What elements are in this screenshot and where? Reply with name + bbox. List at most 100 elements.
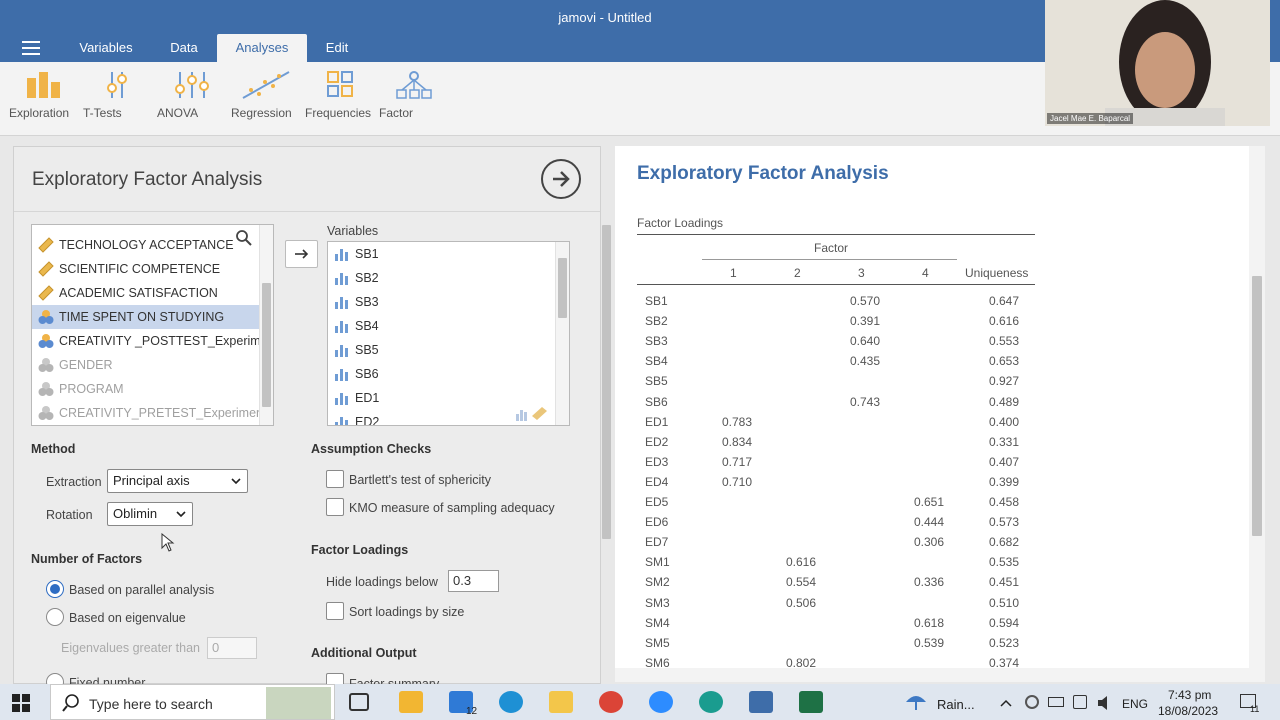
clock-date[interactable]: 18/08/2023 bbox=[1158, 704, 1218, 718]
source-variable-item[interactable]: SCIENTIFIC COMPETENCE bbox=[32, 257, 260, 281]
kmo-checkbox[interactable] bbox=[326, 498, 344, 516]
move-variable-button[interactable] bbox=[285, 240, 318, 268]
chrome-icon[interactable] bbox=[599, 691, 623, 713]
bartlett-checkbox[interactable] bbox=[326, 470, 344, 488]
source-variable-item[interactable]: ACADEMIC SATISFACTION bbox=[32, 281, 260, 305]
weather-umbrella-icon bbox=[906, 696, 926, 710]
loading-cell: 0.435 bbox=[850, 354, 881, 369]
target-variable-name: SB6 bbox=[355, 367, 379, 381]
task-view-icon[interactable] bbox=[349, 693, 369, 711]
target-variable-item[interactable]: SB5 bbox=[328, 338, 556, 362]
row-variable-name: SM2 bbox=[645, 575, 670, 590]
jamovi-icon[interactable] bbox=[749, 691, 773, 713]
eigenvalue-radio[interactable] bbox=[46, 608, 64, 626]
run-analysis-button[interactable] bbox=[541, 159, 581, 199]
display-icon[interactable] bbox=[1073, 695, 1087, 709]
taskbar-search-box[interactable]: Type here to search bbox=[50, 684, 335, 720]
loading-cell: 0.717 bbox=[722, 454, 753, 469]
loading-cell: 0.506 bbox=[786, 595, 817, 610]
ordinal-variable-icon bbox=[335, 297, 348, 309]
target-variables-list[interactable]: SB1 SB2 SB3 SB4 SB5 SB6 ED1 ED2 bbox=[327, 241, 570, 426]
file-explorer-icon[interactable] bbox=[549, 691, 573, 713]
target-variable-item[interactable]: SB1 bbox=[328, 242, 556, 266]
extraction-select[interactable]: Principal axis bbox=[107, 469, 248, 493]
uniqueness-cell: 0.647 bbox=[989, 294, 1020, 308]
tab-data[interactable]: Data bbox=[160, 34, 208, 62]
source-variable-name: PROGRAM bbox=[59, 382, 124, 396]
source-variables-list[interactable]: TECHNOLOGY ACCEPTANCE SCIENTIFIC COMPETEN… bbox=[31, 224, 274, 426]
nominal-variable-icon bbox=[38, 358, 54, 372]
ttests-button[interactable]: T-Tests bbox=[83, 70, 153, 120]
edge-icon[interactable] bbox=[699, 691, 723, 713]
regression-button[interactable]: Regression bbox=[231, 70, 301, 120]
uniqueness-cell: 0.399 bbox=[989, 474, 1020, 489]
factor-label: Factor bbox=[379, 106, 414, 120]
uniqueness-cell: 0.451 bbox=[989, 575, 1020, 590]
volume-icon[interactable] bbox=[1097, 695, 1113, 711]
clock-time[interactable]: 7:43 pm bbox=[1168, 688, 1211, 702]
source-variable-name: SCIENTIFIC COMPETENCE bbox=[59, 262, 221, 276]
anova-button[interactable]: ANOVA bbox=[157, 70, 227, 120]
sort-loadings-checkbox[interactable] bbox=[326, 602, 344, 620]
source-variable-item[interactable]: GENDER bbox=[32, 353, 260, 377]
target-variable-name: SB1 bbox=[355, 247, 379, 261]
parallel-analysis-radio[interactable] bbox=[46, 580, 64, 598]
chevron-up-icon[interactable] bbox=[1000, 699, 1012, 707]
loading-cell: 0.539 bbox=[914, 635, 945, 650]
row-variable-name: SB5 bbox=[645, 374, 668, 389]
exploration-button[interactable]: Exploration bbox=[9, 70, 79, 120]
zoom-icon[interactable] bbox=[649, 691, 673, 713]
weather-text[interactable]: Rain... bbox=[937, 697, 975, 712]
ordinal-variable-icon bbox=[335, 345, 348, 357]
results-scrollbar[interactable] bbox=[1249, 146, 1265, 670]
source-variable-item[interactable]: CREATIVITY _POSTTEST_Experim... bbox=[32, 329, 271, 353]
hide-loadings-input[interactable]: 0.3 bbox=[448, 570, 499, 592]
uniqueness-cell: 0.616 bbox=[989, 314, 1020, 329]
target-list-scrollbar[interactable] bbox=[555, 242, 569, 425]
loading-cell: 0.306 bbox=[914, 535, 945, 550]
microsoft-store-icon[interactable] bbox=[399, 691, 423, 713]
continuous-variable-icon bbox=[38, 285, 54, 301]
language-indicator[interactable]: ENG bbox=[1122, 697, 1148, 711]
arrow-right-icon bbox=[295, 249, 309, 259]
tab-edit[interactable]: Edit bbox=[316, 34, 358, 62]
source-variable-item[interactable]: TECHNOLOGY ACCEPTANCE bbox=[32, 233, 260, 257]
battery-icon[interactable] bbox=[1048, 697, 1064, 707]
extraction-label: Extraction bbox=[46, 475, 102, 489]
windows-start-icon[interactable] bbox=[12, 694, 30, 712]
assumption-checks-heading: Assumption Checks bbox=[311, 442, 432, 456]
rotation-select[interactable]: Oblimin bbox=[107, 502, 193, 526]
search-placeholder: Type here to search bbox=[89, 696, 213, 712]
edge-legacy-icon[interactable] bbox=[499, 691, 523, 713]
loading-cell: 0.336 bbox=[914, 575, 945, 590]
search-icon bbox=[62, 694, 79, 712]
source-variable-item[interactable]: CREATIVITY_PRETEST_Experimen... bbox=[32, 401, 273, 425]
frequencies-button[interactable]: Frequencies bbox=[305, 70, 375, 120]
continuous-variable-icon bbox=[38, 237, 54, 253]
column-header-4: 4 bbox=[922, 266, 929, 280]
hamburger-menu-icon[interactable] bbox=[22, 41, 40, 55]
row-variable-name: SB3 bbox=[645, 334, 668, 349]
row-variable-name: SB2 bbox=[645, 314, 668, 329]
loading-cell: 0.391 bbox=[850, 314, 881, 329]
row-variable-name: SB1 bbox=[645, 294, 668, 308]
excel-icon[interactable] bbox=[799, 691, 823, 713]
source-variable-item[interactable]: PROGRAM bbox=[32, 377, 260, 401]
target-variable-item[interactable]: SB6 bbox=[328, 362, 556, 386]
source-variable-name: CREATIVITY _POSTTEST_Experim... bbox=[59, 334, 272, 348]
ordinal-variable-icon bbox=[335, 321, 348, 333]
eigenvalue-threshold-input[interactable]: 0 bbox=[207, 637, 257, 659]
factor-button[interactable]: Factor bbox=[379, 70, 449, 120]
results-panel: Exploratory Factor Analysis Factor Loadi… bbox=[615, 146, 1265, 670]
network-icon[interactable] bbox=[1025, 695, 1039, 709]
target-variable-item[interactable]: SB4 bbox=[328, 314, 556, 338]
tab-analyses[interactable]: Analyses bbox=[217, 34, 307, 62]
tab-variables[interactable]: Variables bbox=[66, 34, 146, 62]
options-scrollbar[interactable] bbox=[599, 213, 613, 685]
target-variable-item[interactable]: SB3 bbox=[328, 290, 556, 314]
results-horizontal-scrollbar[interactable] bbox=[615, 668, 1265, 682]
target-variable-item[interactable]: SB2 bbox=[328, 266, 556, 290]
source-variable-item[interactable]: TIME SPENT ON STUDYING bbox=[32, 305, 260, 329]
source-list-scrollbar[interactable] bbox=[259, 225, 273, 425]
uniqueness-cell: 0.510 bbox=[989, 595, 1020, 610]
